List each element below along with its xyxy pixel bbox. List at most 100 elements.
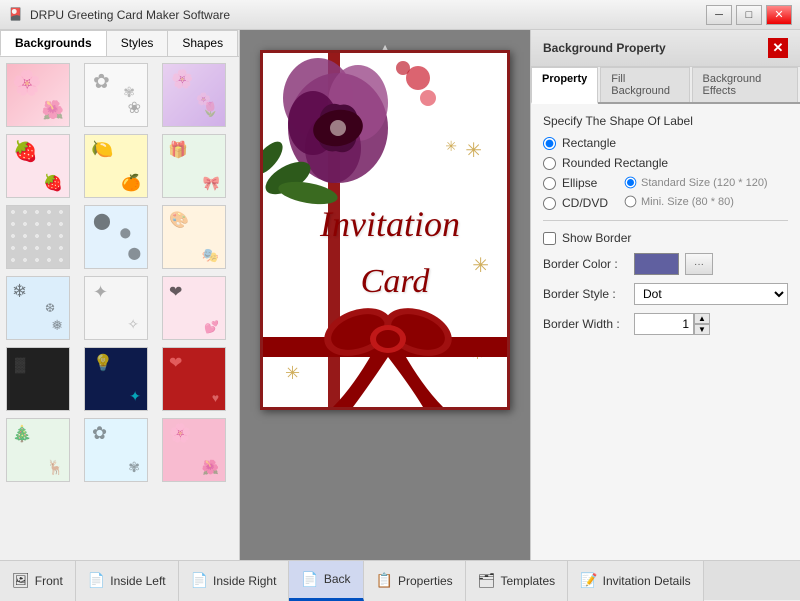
background-grid: 🌸 🌺 ✿ ❀ ✾ 🌸 🌷 🌸 <box>4 61 235 484</box>
bottom-tab-back-label: Back <box>324 572 351 586</box>
border-color-swatch[interactable] <box>634 253 679 275</box>
shape-rounded-radio[interactable] <box>543 157 556 170</box>
shape-rectangle-radio[interactable] <box>543 137 556 150</box>
bottom-tab-invitation-details[interactable]: 📝 Invitation Details <box>568 561 703 601</box>
bottom-tab-front[interactable]: 🖼 Front <box>0 561 76 601</box>
border-width-input-wrap: ▲ ▼ <box>634 313 710 335</box>
list-item[interactable]: ✿ ✾ <box>82 416 150 484</box>
border-width-input[interactable] <box>634 313 694 335</box>
size-standard-option: Standard Size (120 * 120) <box>624 176 768 189</box>
bottom-tab-front-label: Front <box>35 574 63 588</box>
shape-cddvd-row: CD/DVD <box>543 196 608 210</box>
card-text-invitation: Invitation <box>283 203 497 245</box>
size-standard-label: Standard Size (120 * 120) <box>641 177 768 189</box>
canvas-area: ▲ <box>240 30 530 560</box>
title-bar: 🎴 DRPU Greeting Card Maker Software ─ □ … <box>0 0 800 30</box>
list-item[interactable]: ⬤ ⬤ ⬤ <box>82 203 150 271</box>
list-item[interactable]: 🎄 🦌 <box>4 416 72 484</box>
list-item[interactable]: ▓ <box>4 345 72 413</box>
inside-right-icon: 📄 <box>191 572 208 589</box>
bottom-tab-properties[interactable]: 📋 Properties <box>364 561 466 601</box>
tab-shapes[interactable]: Shapes <box>167 30 238 56</box>
border-color-row: Border Color : ··· <box>543 253 788 275</box>
right-panel-content: Specify The Shape Of Label Rectangle Rou… <box>531 104 800 560</box>
right-panel: Background Property ✕ Property Fill Back… <box>530 30 800 560</box>
shape-ellipse-radio[interactable] <box>543 177 556 190</box>
bottom-tab-templates[interactable]: 🗂 Templates <box>466 561 568 601</box>
shape-section-label: Specify The Shape Of Label <box>543 114 788 128</box>
background-grid-container: 🌸 🌺 ✿ ❀ ✾ 🌸 🌷 🌸 <box>0 57 239 560</box>
list-item[interactable]: ❤ ♥ <box>160 345 228 413</box>
list-item[interactable]: 🍓 🍓 <box>4 132 72 200</box>
list-item[interactable]: ✿ ❀ ✾ <box>82 61 150 129</box>
border-width-down-button[interactable]: ▼ <box>694 324 710 335</box>
list-item[interactable]: ✦ ✧ <box>82 274 150 342</box>
border-color-browse-button[interactable]: ··· <box>685 253 713 275</box>
shape-rounded-label: Rounded Rectangle <box>562 156 668 170</box>
inside-left-icon: 📄 <box>88 572 105 589</box>
border-width-label: Border Width : <box>543 317 628 331</box>
size-mini-option: Mini. Size (80 * 80) <box>624 195 768 208</box>
size-mini-label: Mini. Size (80 * 80) <box>641 196 734 208</box>
border-style-select[interactable]: Solid Dash Dot DashDot DashDotDot <box>634 283 788 305</box>
shape-ellipse-label: Ellipse <box>562 176 597 190</box>
bottom-bar: 🖼 Front 📄 Inside Left 📄 Inside Right 📄 B… <box>0 560 800 600</box>
shape-rectangle-row: Rectangle <box>543 136 788 150</box>
close-button[interactable]: ✕ <box>766 5 792 25</box>
bottom-tab-templates-label: Templates <box>500 574 555 588</box>
list-item[interactable]: ❄ ❅ ❆ <box>4 274 72 342</box>
card-preview: ✳ ✳ ✳ ✳ ✳ Invitation Card <box>260 50 510 410</box>
shape-cddvd-radio[interactable] <box>543 197 556 210</box>
shape-rounded-row: Rounded Rectangle <box>543 156 788 170</box>
bottom-tab-inside-right[interactable]: 📄 Inside Right <box>179 561 290 601</box>
list-item[interactable]: 🎨 🎭 <box>160 203 228 271</box>
left-tab-bar: Backgrounds Styles Shapes <box>0 30 239 57</box>
back-icon: 📄 <box>301 571 318 588</box>
tab-property[interactable]: Property <box>531 67 598 104</box>
tab-fill-background[interactable]: Fill Background <box>600 67 689 102</box>
show-border-checkbox[interactable] <box>543 232 556 245</box>
divider-1 <box>543 220 788 221</box>
border-style-row: Border Style : Solid Dash Dot DashDot Da… <box>543 283 788 305</box>
tab-background-effects[interactable]: Background Effects <box>692 67 798 102</box>
bottom-tab-properties-label: Properties <box>398 574 453 588</box>
list-item[interactable] <box>4 203 72 271</box>
size-standard-radio[interactable] <box>625 177 637 189</box>
bottom-tab-back[interactable]: 📄 Back <box>289 561 363 601</box>
front-icon: 🖼 <box>12 572 30 589</box>
list-item[interactable]: ❤ 💕 <box>160 274 228 342</box>
right-panel-header: Background Property ✕ <box>531 30 800 67</box>
shape-ellipse-row: Ellipse <box>543 176 608 190</box>
tab-styles[interactable]: Styles <box>106 30 169 56</box>
bottom-tab-invitation-details-label: Invitation Details <box>603 574 691 588</box>
list-item[interactable]: 🌸 🌺 <box>4 61 72 129</box>
list-item[interactable]: 🌸 🌺 <box>160 416 228 484</box>
bottom-tab-inside-left[interactable]: 📄 Inside Left <box>76 561 179 601</box>
right-tab-bar: Property Fill Background Background Effe… <box>531 67 800 104</box>
list-item[interactable]: 🌸 🌷 🌸 <box>160 61 228 129</box>
border-width-up-button[interactable]: ▲ <box>694 313 710 324</box>
border-width-spinner: ▲ ▼ <box>694 313 710 335</box>
minimize-button[interactable]: ─ <box>706 5 732 25</box>
left-panel: Backgrounds Styles Shapes 🌸 🌺 ✿ ❀ ✾ <box>0 30 240 560</box>
border-style-label: Border Style : <box>543 287 628 301</box>
templates-icon: 🗂 <box>478 572 496 589</box>
shape-cddvd-label: CD/DVD <box>562 196 608 210</box>
app-icon: 🎴 <box>8 7 24 23</box>
properties-icon: 📋 <box>376 572 393 589</box>
tab-backgrounds[interactable]: Backgrounds <box>0 30 107 56</box>
show-border-row: Show Border <box>543 231 788 245</box>
size-mini-radio[interactable] <box>625 196 637 208</box>
show-border-label: Show Border <box>562 231 631 245</box>
list-item[interactable]: 🎁 🎀 <box>160 132 228 200</box>
maximize-button[interactable]: □ <box>736 5 762 25</box>
main-content: Backgrounds Styles Shapes 🌸 🌺 ✿ ❀ ✾ <box>0 30 800 560</box>
right-panel-title: Background Property <box>543 41 666 55</box>
deco-1: ✳ <box>465 138 482 163</box>
bottom-tab-inside-right-label: Inside Right <box>213 574 276 588</box>
shape-rectangle-label: Rectangle <box>562 136 616 150</box>
right-panel-close-button[interactable]: ✕ <box>768 38 788 58</box>
list-item[interactable]: 🍋 🍊 <box>82 132 150 200</box>
card-text-card: Card <box>293 263 497 301</box>
list-item[interactable]: 💡 ✦ <box>82 345 150 413</box>
